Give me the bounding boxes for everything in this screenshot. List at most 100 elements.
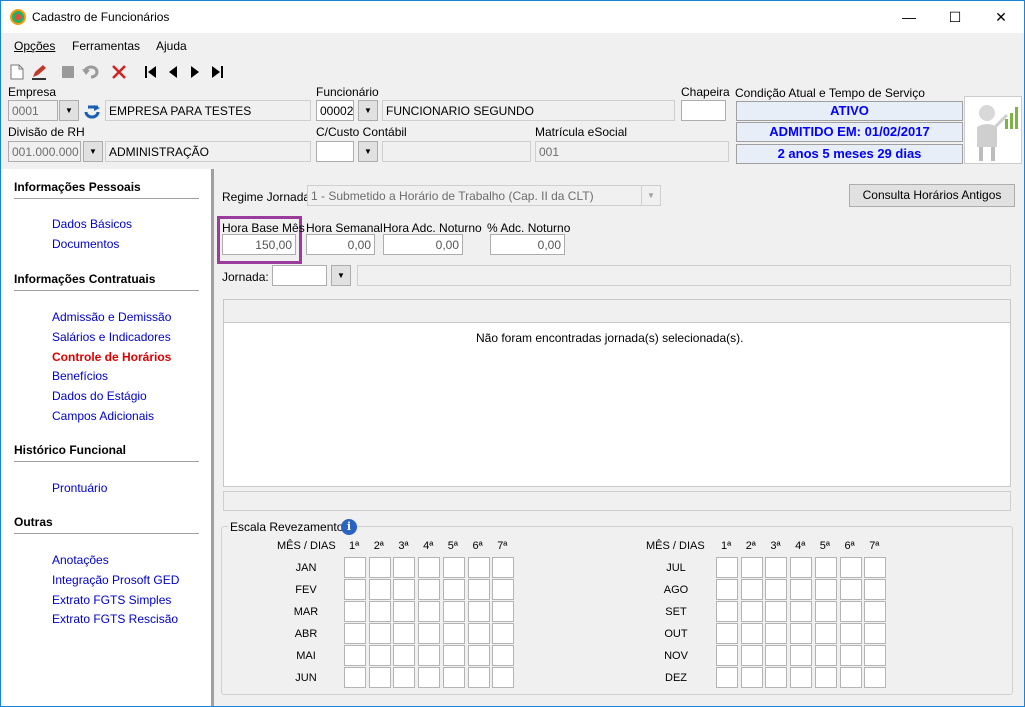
escala-day-cell[interactable] xyxy=(839,601,862,622)
menu-ajuda[interactable]: Ajuda xyxy=(156,39,187,53)
escala-day-cell[interactable] xyxy=(765,645,788,666)
escala-day-cell[interactable] xyxy=(765,601,788,622)
escala-day-cell[interactable] xyxy=(467,579,490,600)
escala-day-cell[interactable] xyxy=(864,579,887,600)
empresa-dropdown-button[interactable]: ▼ xyxy=(59,100,79,121)
escala-day-cell[interactable] xyxy=(418,601,441,622)
info-icon[interactable]: i xyxy=(341,519,357,535)
previous-record-icon[interactable] xyxy=(164,63,182,81)
escala-day-cell[interactable] xyxy=(393,557,416,578)
escala-day-cell[interactable] xyxy=(368,601,391,622)
escala-day-cell[interactable] xyxy=(344,623,366,644)
sidebar-item[interactable]: Campos Adicionais xyxy=(52,409,154,423)
escala-day-cell[interactable] xyxy=(716,557,738,578)
escala-day-cell[interactable] xyxy=(814,623,837,644)
sidebar-item[interactable]: Benefícios xyxy=(52,369,108,383)
chapeira-field[interactable] xyxy=(681,100,726,121)
escala-day-cell[interactable] xyxy=(492,579,515,600)
regime-dropdown-button[interactable]: ▼ xyxy=(641,185,661,206)
escala-day-cell[interactable] xyxy=(467,623,490,644)
sidebar-item[interactable]: Anotações xyxy=(52,553,109,567)
escala-day-cell[interactable] xyxy=(740,579,763,600)
delete-icon[interactable] xyxy=(110,63,128,81)
escala-day-cell[interactable] xyxy=(790,667,813,688)
escala-day-cell[interactable] xyxy=(418,645,441,666)
save-icon[interactable] xyxy=(59,63,77,81)
escala-day-cell[interactable] xyxy=(442,667,465,688)
edit-icon[interactable] xyxy=(30,63,48,81)
escala-day-cell[interactable] xyxy=(839,645,862,666)
escala-day-cell[interactable] xyxy=(393,601,416,622)
escala-day-cell[interactable] xyxy=(368,579,391,600)
escala-day-cell[interactable] xyxy=(467,667,490,688)
menu-ferramentas[interactable]: Ferramentas xyxy=(72,39,140,53)
escala-day-cell[interactable] xyxy=(492,557,515,578)
sidebar-item[interactable]: Prontuário xyxy=(52,481,107,495)
escala-day-cell[interactable] xyxy=(765,667,788,688)
funcionario-dropdown-button[interactable]: ▼ xyxy=(358,100,378,121)
escala-day-cell[interactable] xyxy=(839,667,862,688)
escala-day-cell[interactable] xyxy=(716,579,738,600)
maximize-button[interactable]: ☐ xyxy=(932,1,978,33)
sidebar-item[interactable]: Dados do Estágio xyxy=(52,389,147,403)
next-record-icon[interactable] xyxy=(186,63,204,81)
pct-adc-field[interactable]: 0,00 xyxy=(490,234,565,255)
escala-day-cell[interactable] xyxy=(839,557,862,578)
escala-day-cell[interactable] xyxy=(492,667,515,688)
sidebar-item[interactable]: Integração Prosoft GED xyxy=(52,573,179,587)
escala-day-cell[interactable] xyxy=(790,623,813,644)
escala-day-cell[interactable] xyxy=(442,645,465,666)
escala-day-cell[interactable] xyxy=(765,579,788,600)
escala-day-cell[interactable] xyxy=(864,667,887,688)
sidebar-item[interactable]: Documentos xyxy=(52,237,119,251)
escala-day-cell[interactable] xyxy=(814,557,837,578)
escala-day-cell[interactable] xyxy=(467,645,490,666)
first-record-icon[interactable] xyxy=(142,63,160,81)
jornada-code-field[interactable] xyxy=(272,265,327,286)
sidebar-item[interactable]: Extrato FGTS Simples xyxy=(52,593,171,607)
hora-semanal-field[interactable]: 0,00 xyxy=(306,234,375,255)
escala-day-cell[interactable] xyxy=(344,667,366,688)
escala-day-cell[interactable] xyxy=(368,645,391,666)
escala-day-cell[interactable] xyxy=(393,645,416,666)
escala-day-cell[interactable] xyxy=(864,623,887,644)
escala-day-cell[interactable] xyxy=(344,557,366,578)
escala-day-cell[interactable] xyxy=(467,601,490,622)
switch-company-icon[interactable] xyxy=(83,101,103,120)
jornada-dropdown-button[interactable]: ▼ xyxy=(331,265,351,286)
escala-day-cell[interactable] xyxy=(790,579,813,600)
escala-day-cell[interactable] xyxy=(740,557,763,578)
escala-day-cell[interactable] xyxy=(814,645,837,666)
undo-icon[interactable] xyxy=(82,63,100,81)
custo-code-field[interactable] xyxy=(316,141,354,162)
escala-day-cell[interactable] xyxy=(393,579,416,600)
escala-day-cell[interactable] xyxy=(393,667,416,688)
menu-opcoes[interactable]: Opções xyxy=(14,39,55,53)
new-document-icon[interactable] xyxy=(8,63,26,81)
escala-day-cell[interactable] xyxy=(740,667,763,688)
sidebar-item[interactable]: Controle de Horários xyxy=(52,350,171,364)
sidebar-item[interactable]: Extrato FGTS Rescisão xyxy=(52,612,178,626)
hora-adc-field[interactable]: 0,00 xyxy=(383,234,463,255)
divisao-code-field[interactable]: 001.000.000 xyxy=(8,141,81,162)
sidebar-item[interactable]: Dados Básicos xyxy=(52,217,132,231)
escala-day-cell[interactable] xyxy=(418,623,441,644)
escala-day-cell[interactable] xyxy=(765,557,788,578)
escala-day-cell[interactable] xyxy=(716,601,738,622)
funcionario-code-field[interactable]: 00002 xyxy=(316,100,354,121)
escala-day-cell[interactable] xyxy=(442,601,465,622)
close-button[interactable]: ✕ xyxy=(978,1,1024,33)
jornada-grid[interactable] xyxy=(223,299,1011,487)
escala-day-cell[interactable] xyxy=(765,623,788,644)
escala-day-cell[interactable] xyxy=(492,601,515,622)
last-record-icon[interactable] xyxy=(208,63,226,81)
escala-day-cell[interactable] xyxy=(790,645,813,666)
sidebar-item[interactable]: Salários e Indicadores xyxy=(52,330,171,344)
escala-day-cell[interactable] xyxy=(864,645,887,666)
escala-day-cell[interactable] xyxy=(393,623,416,644)
escala-day-cell[interactable] xyxy=(864,601,887,622)
escala-day-cell[interactable] xyxy=(368,557,391,578)
consulta-horarios-button[interactable]: Consulta Horários Antigos xyxy=(849,184,1015,207)
divisao-dropdown-button[interactable]: ▼ xyxy=(83,141,103,162)
minimize-button[interactable]: — xyxy=(886,1,932,33)
